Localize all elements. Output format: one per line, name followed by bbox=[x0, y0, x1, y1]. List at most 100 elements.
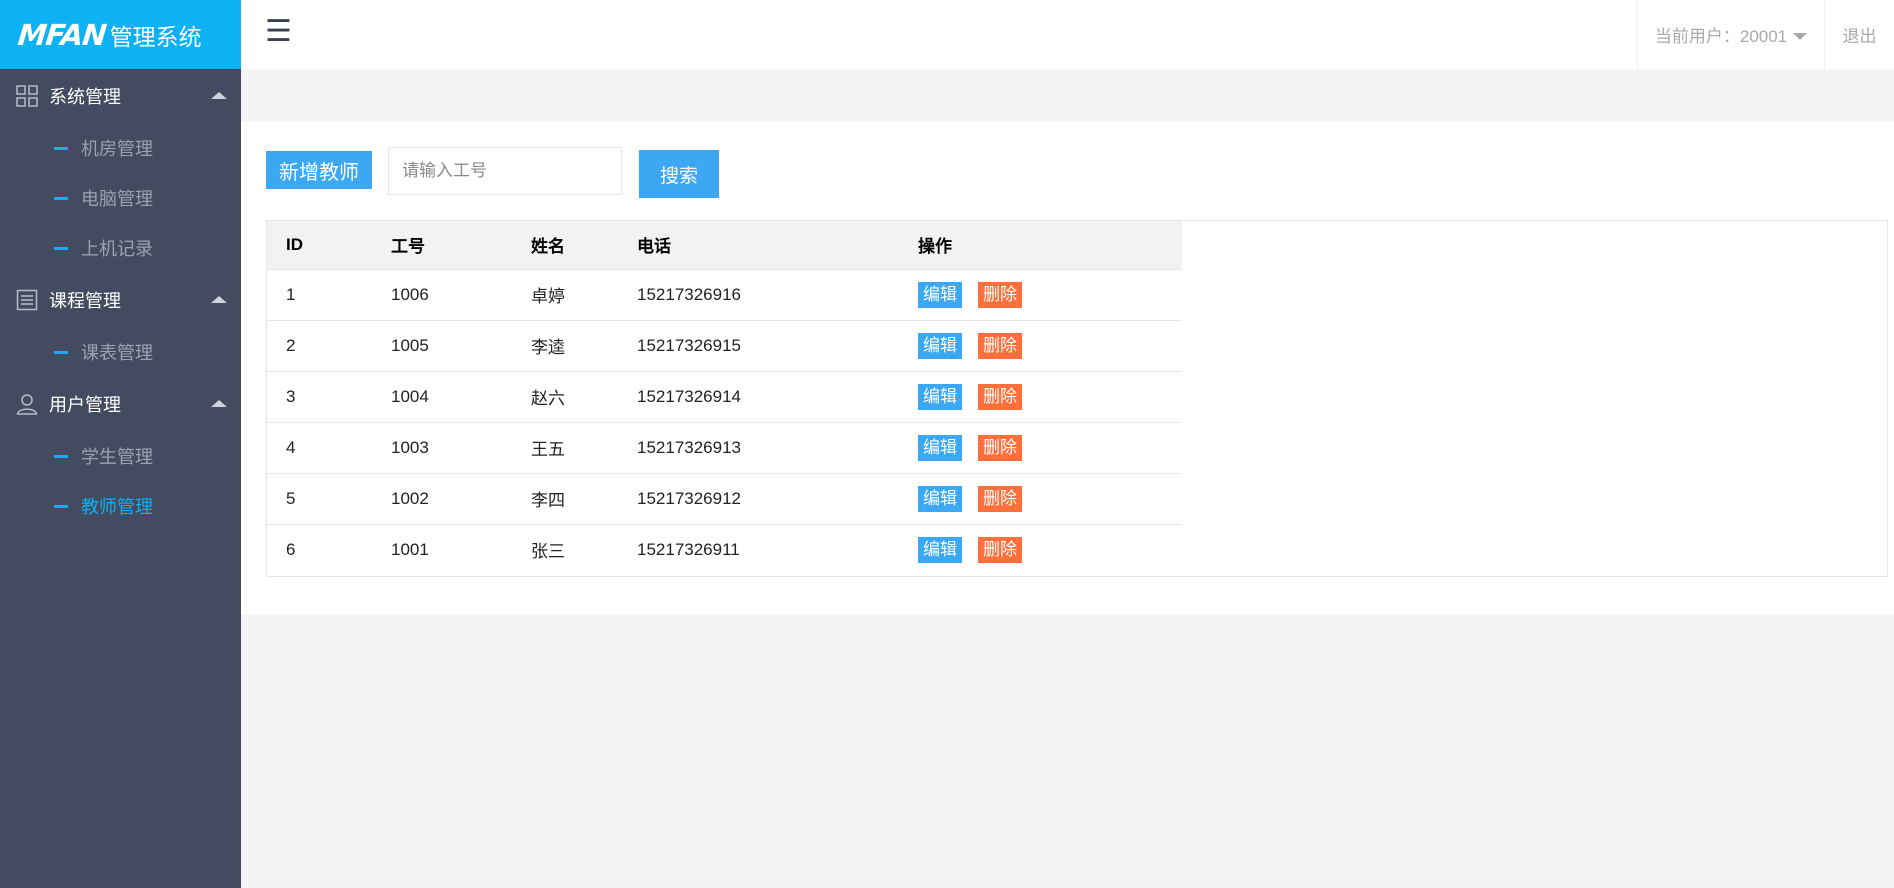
sidebar-item-teachers[interactable]: 教师管理 bbox=[0, 481, 241, 531]
delete-button[interactable]: 删除 bbox=[978, 383, 1022, 410]
sidebar-item-label: 学生管理 bbox=[81, 447, 153, 467]
cell-phone: 15217326912 bbox=[637, 488, 742, 508]
delete-button[interactable]: 删除 bbox=[978, 332, 1022, 359]
column-header-id: ID bbox=[286, 234, 303, 254]
caret-up-icon bbox=[211, 400, 227, 407]
table-row: 6 1001 张三 15217326911 编辑 删除 bbox=[267, 524, 1182, 575]
grid-icon bbox=[15, 84, 39, 108]
user-icon bbox=[15, 392, 39, 416]
teacher-table: ID 工号 姓名 电话 操作 1 1006 卓婷 15217326916 编辑删… bbox=[267, 221, 1182, 575]
cell-actions: 编辑 删除 bbox=[899, 371, 1182, 422]
table-row: 1 1006 卓婷 15217326916 编辑 删除 bbox=[267, 269, 1182, 320]
edit-button[interactable]: 编辑 bbox=[918, 434, 962, 461]
column-header-name: 姓名 bbox=[531, 237, 565, 257]
table-row: 5 1002 李四 15217326912 编辑 删除 bbox=[267, 473, 1182, 524]
teacher-table-container: ID 工号 姓名 电话 操作 1 1006 卓婷 15217326916 编辑删… bbox=[266, 220, 1888, 577]
caret-down-icon bbox=[1793, 32, 1808, 40]
app-title: 管理系统 bbox=[109, 23, 202, 50]
cell-phone: 15217326916 bbox=[637, 284, 742, 304]
delete-button[interactable]: 删除 bbox=[978, 434, 1022, 461]
dash-icon bbox=[54, 196, 68, 200]
edit-button[interactable]: 编辑 bbox=[918, 332, 962, 359]
cell-actions: 编辑 删除 bbox=[899, 473, 1182, 524]
sidebar: MFAN 管理系统 系统管理 机房管理 电脑管理 上机记录 课程管理 课表管理 bbox=[0, 0, 241, 888]
cell-phone: 15217326914 bbox=[637, 386, 742, 406]
sidebar-item-log[interactable]: 上机记录 bbox=[0, 223, 241, 273]
hamburger-icon[interactable]: ☰ bbox=[265, 14, 292, 50]
delete-button[interactable]: 删除 bbox=[978, 281, 1022, 308]
cell-phone: 15217326911 bbox=[637, 539, 740, 559]
sidebar-item-schedule[interactable]: 课表管理 bbox=[0, 327, 241, 377]
cell-actions: 编辑 删除 bbox=[899, 524, 1182, 575]
cell-actions: 编辑 删除 bbox=[899, 422, 1182, 473]
cell-name: 张三 bbox=[531, 542, 565, 562]
caret-up-icon bbox=[211, 296, 227, 303]
caret-up-icon bbox=[211, 92, 227, 99]
nav-group-course: 课程管理 课表管理 bbox=[0, 273, 241, 377]
sidebar-item-label: 机房管理 bbox=[81, 139, 153, 159]
cell-id: 3 bbox=[286, 386, 296, 406]
nav-group-system: 系统管理 机房管理 电脑管理 上机记录 bbox=[0, 69, 241, 273]
edit-button[interactable]: 编辑 bbox=[918, 383, 962, 410]
cell-actions: 编辑 删除 bbox=[899, 269, 1182, 320]
sidebar-item-label: 上机记录 bbox=[81, 239, 153, 259]
cell-no: 1006 bbox=[391, 284, 429, 304]
logo[interactable]: MFAN 管理系统 bbox=[0, 0, 241, 69]
cell-no: 1001 bbox=[391, 539, 429, 559]
cell-no: 1003 bbox=[391, 437, 429, 457]
nav-group-course-header[interactable]: 课程管理 bbox=[0, 273, 241, 327]
add-teacher-button[interactable]: 新增教师 bbox=[266, 151, 372, 189]
sidebar-item-room[interactable]: 机房管理 bbox=[0, 123, 241, 173]
sidebar-item-label: 电脑管理 bbox=[81, 189, 153, 209]
edit-button[interactable]: 编辑 bbox=[918, 485, 962, 512]
sidebar-item-computer[interactable]: 电脑管理 bbox=[0, 173, 241, 223]
cell-name: 赵六 bbox=[531, 389, 565, 408]
cell-phone: 15217326913 bbox=[637, 437, 742, 457]
cell-phone: 15217326915 bbox=[637, 335, 742, 355]
delete-button[interactable]: 删除 bbox=[978, 536, 1022, 563]
column-header-actions: 操作 bbox=[918, 237, 952, 257]
main-content: 新增教师 搜索 ID 工号 姓名 电话 操作 1 1006 卓婷 1521732… bbox=[241, 121, 1894, 615]
column-header-no: 工号 bbox=[391, 237, 425, 257]
sidebar-item-students[interactable]: 学生管理 bbox=[0, 431, 241, 481]
dash-icon bbox=[54, 454, 68, 458]
dash-icon bbox=[54, 350, 68, 354]
list-icon bbox=[15, 288, 39, 312]
dash-icon bbox=[54, 504, 68, 508]
cell-id: 5 bbox=[286, 488, 296, 508]
cell-actions: 编辑 删除 bbox=[899, 320, 1182, 371]
nav-group-label: 用户管理 bbox=[49, 395, 121, 415]
nav-group-user: 用户管理 学生管理 教师管理 bbox=[0, 377, 241, 531]
logo-mark: MFAN bbox=[16, 17, 108, 52]
cell-no: 1005 bbox=[391, 335, 429, 355]
dash-icon bbox=[54, 246, 68, 250]
search-input[interactable] bbox=[388, 147, 622, 195]
cell-no: 1004 bbox=[391, 386, 429, 406]
delete-button[interactable]: 删除 bbox=[978, 485, 1022, 512]
nav-group-label: 系统管理 bbox=[49, 87, 121, 107]
cell-id: 4 bbox=[286, 437, 296, 457]
nav-group-label: 课程管理 bbox=[49, 291, 121, 311]
cell-name: 李四 bbox=[531, 491, 565, 510]
cell-id: 2 bbox=[286, 335, 296, 355]
nav-group-system-header[interactable]: 系统管理 bbox=[0, 69, 241, 123]
table-header-row: ID 工号 姓名 电话 操作 bbox=[267, 221, 1182, 269]
table-row: 4 1003 王五 15217326913 编辑 删除 bbox=[267, 422, 1182, 473]
cell-id: 6 bbox=[286, 539, 296, 559]
topbar: ☰ 当前用户：20001 退出 bbox=[241, 0, 1894, 69]
edit-button[interactable]: 编辑 bbox=[918, 536, 962, 563]
search-button[interactable]: 搜索 bbox=[639, 150, 719, 198]
current-user-dropdown[interactable]: 当前用户：20001 bbox=[1637, 0, 1825, 69]
sidebar-item-label: 课表管理 bbox=[81, 343, 153, 363]
cell-name: 李逵 bbox=[531, 338, 565, 357]
cell-id: 1 bbox=[286, 284, 296, 304]
cell-name: 王五 bbox=[531, 440, 565, 459]
current-user-label: 当前用户：20001 bbox=[1654, 27, 1788, 46]
dash-icon bbox=[54, 146, 68, 150]
column-header-phone: 电话 bbox=[637, 237, 671, 257]
logout-button[interactable]: 退出 bbox=[1825, 0, 1894, 69]
cell-no: 1002 bbox=[391, 488, 429, 508]
table-row: 2 1005 李逵 15217326915 编辑 删除 bbox=[267, 320, 1182, 371]
nav-group-user-header[interactable]: 用户管理 bbox=[0, 377, 241, 431]
edit-button[interactable]: 编辑 bbox=[918, 281, 962, 308]
